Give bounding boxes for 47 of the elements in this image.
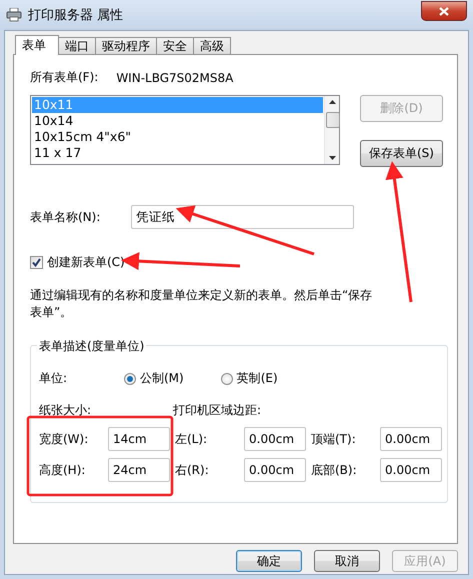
list-item[interactable]: 11 x 17 <box>32 145 323 161</box>
form-name-label: 表单名称(N): <box>30 208 102 226</box>
unit-label: 单位: <box>39 370 68 387</box>
radio-button[interactable] <box>220 372 233 384</box>
close-button[interactable] <box>421 1 467 21</box>
server-name: WIN-LBG7S02MS8A <box>116 70 234 84</box>
input-field[interactable]: 0.00cm <box>244 427 306 451</box>
radio-label: 英制(E) <box>236 370 278 387</box>
forms-list[interactable]: 10x11 10x14 10x15cm 4"x6" 11 x 17 <box>30 95 340 165</box>
input-field[interactable]: 14cm <box>108 427 170 451</box>
list-item[interactable]: 10x15cm 4"x6" <box>32 129 323 145</box>
scroll-up-icon[interactable] <box>328 100 336 104</box>
input-field[interactable]: 0.00cm <box>380 427 442 451</box>
input-field[interactable]: 24cm <box>108 458 170 482</box>
input-field[interactable]: 0.00cm <box>380 458 442 482</box>
tab[interactable]: 高级 <box>193 37 231 54</box>
window-title: 打印服务器 属性 <box>28 7 124 24</box>
tab[interactable]: 安全 <box>156 37 194 54</box>
list-item[interactable]: 10x14 <box>32 113 323 129</box>
radio-label: 公制(M) <box>140 370 184 387</box>
dialog-button[interactable]: 取消 <box>314 550 380 572</box>
tab[interactable]: 端口 <box>58 37 96 54</box>
group-legend: 表单描述(度量单位) <box>37 338 146 355</box>
close-icon <box>439 6 449 16</box>
hint-text: 通过编辑现有的名称和度量单位来定义新的表单。然后单击“保存表单”。 <box>30 287 374 321</box>
field-label: 左(L): <box>175 430 208 448</box>
scrollbar[interactable] <box>324 96 339 164</box>
field-label: 宽度(W): <box>39 430 90 448</box>
printer-icon <box>6 8 22 22</box>
checkbox-label: 创建新表单(C) <box>47 254 125 271</box>
tab[interactable]: 表单 <box>15 35 59 55</box>
save-form-button[interactable]: 保存表单(S) <box>360 140 443 167</box>
paper-size-label: 纸张大小: <box>39 402 92 419</box>
scroll-down-icon[interactable] <box>328 156 336 160</box>
tab[interactable]: 驱动程序 <box>95 37 157 54</box>
field-label: 高度(H): <box>39 462 86 478</box>
forms-label: 所有表单(F): <box>30 69 98 86</box>
margins-label: 打印机区域边距: <box>173 402 262 419</box>
radio-button[interactable] <box>124 372 136 384</box>
scroll-thumb[interactable] <box>326 112 340 128</box>
field-label: 右(R): <box>175 462 210 478</box>
field-label: 底部(B): <box>311 462 358 478</box>
input-field[interactable]: 0.00cm <box>244 458 306 482</box>
checkbox[interactable] <box>30 256 43 269</box>
dialog-button[interactable]: 确定 <box>236 550 302 572</box>
field-label: 顶端(T): <box>311 430 357 448</box>
form-name-field[interactable]: 凭证纸 <box>131 205 354 229</box>
